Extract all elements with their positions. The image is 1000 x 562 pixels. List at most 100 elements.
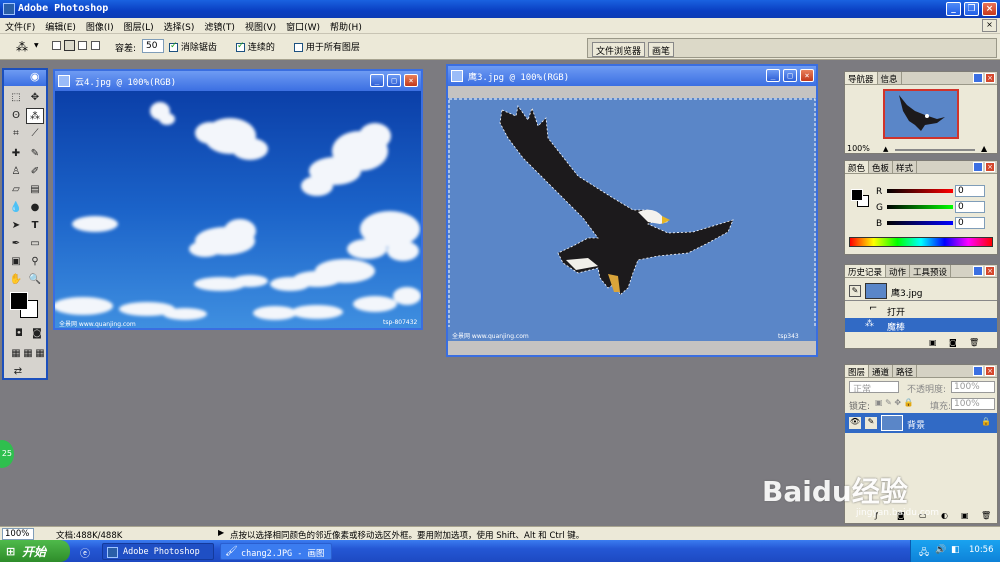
opacity-input[interactable]: 100% — [951, 381, 995, 393]
dodge-tool-icon[interactable]: ● — [26, 200, 44, 216]
maximize-icon[interactable]: □ — [387, 74, 401, 87]
task-photoshop[interactable]: Adobe Photoshop — [102, 543, 214, 560]
floating-badge[interactable]: 25 — [0, 440, 14, 468]
lock-icons[interactable]: ▣ ✎ ✥ 🔒 — [875, 398, 914, 407]
zoom-slider[interactable] — [895, 149, 975, 151]
path-select-icon[interactable]: ➤ — [7, 218, 25, 234]
layer-row-background[interactable]: 👁 ✎ 背景 🔒 — [845, 413, 997, 433]
palette-close-icon[interactable]: × — [985, 162, 995, 172]
clouds-image[interactable] — [55, 91, 421, 328]
snapshot-icon[interactable]: ◙ — [949, 338, 957, 347]
g-slider[interactable] — [887, 205, 953, 209]
add-selection-icon[interactable] — [64, 40, 75, 51]
doc-close-icon[interactable]: × — [982, 19, 997, 32]
b-input[interactable]: 0 — [955, 217, 985, 229]
screen-mode-full-icon[interactable]: ▦ — [31, 346, 49, 362]
antialias-checkbox[interactable]: 消除锯齿 — [169, 40, 217, 53]
doc-titlebar-eagle[interactable]: 鹰3.jpg @ 100%(RGB) _ □ × — [448, 66, 816, 86]
blend-mode-select[interactable]: 正常 — [849, 381, 899, 395]
shape-tool-icon[interactable]: ▭ — [26, 236, 44, 252]
chevron-down-icon[interactable]: ▼ — [34, 42, 39, 49]
move-tool-icon[interactable]: ✥ — [26, 90, 44, 106]
palette-minimize-icon[interactable] — [973, 162, 983, 172]
close-icon[interactable]: × — [404, 74, 418, 87]
navigator-thumbnail[interactable] — [883, 89, 959, 139]
lasso-tool-icon[interactable]: ʘ — [7, 108, 25, 124]
menu-layer[interactable]: 图层(L) — [119, 18, 159, 33]
palette-close-icon[interactable]: × — [985, 266, 995, 276]
jump-to-imageready-icon[interactable]: ⇄ — [9, 364, 27, 380]
palette-close-icon[interactable]: × — [985, 366, 995, 376]
notes-tool-icon[interactable]: ▣ — [7, 254, 25, 270]
color-ramp[interactable] — [849, 237, 993, 247]
palette-minimize-icon[interactable] — [973, 73, 983, 83]
contiguous-checkbox[interactable]: 连续的 — [236, 40, 275, 53]
tab-styles[interactable]: 样式 — [893, 161, 918, 174]
magic-wand-tool-icon[interactable]: ⁂ — [26, 108, 44, 124]
zoom-tool-icon[interactable]: 🔍 — [26, 272, 44, 288]
history-item-magic-wand[interactable]: ⁂ 魔棒 — [845, 318, 997, 333]
subtract-selection-icon[interactable] — [78, 41, 87, 50]
tab-navigator[interactable]: 导航器 — [845, 72, 878, 85]
tab-layers[interactable]: 图层 — [845, 365, 870, 378]
crop-tool-icon[interactable]: ⌗ — [7, 126, 25, 142]
tab-info[interactable]: 信息 — [878, 72, 902, 85]
zoom-in-icon[interactable]: ▲ — [981, 144, 987, 153]
zoom-out-icon[interactable]: ▲ — [883, 145, 888, 153]
type-tool-icon[interactable]: T — [26, 218, 44, 234]
trash-icon[interactable]: 🗑 — [969, 338, 979, 347]
slice-tool-icon[interactable]: ⟋ — [26, 126, 44, 142]
history-brush-icon[interactable]: ✐ — [26, 164, 44, 180]
layer-brush-icon[interactable]: ✎ — [865, 417, 877, 429]
start-button[interactable]: ⊞ 开始 — [0, 540, 70, 562]
eraser-tool-icon[interactable]: ▱ — [7, 182, 25, 198]
marquee-tool-icon[interactable]: ⬚ — [7, 90, 25, 106]
gradient-tool-icon[interactable]: ▤ — [26, 182, 44, 198]
maximize-icon[interactable]: □ — [783, 69, 797, 82]
menu-view[interactable]: 视图(V) — [240, 18, 281, 33]
restore-icon[interactable]: ❐ — [964, 2, 979, 16]
doc-window-eagle[interactable]: 鹰3.jpg @ 100%(RGB) _ □ × 全景网 www.quanjin… — [446, 64, 818, 357]
eagle-image[interactable]: 全景网 www.quanjing.com tsp343 — [448, 98, 816, 341]
tab-swatches[interactable]: 色板 — [869, 161, 894, 174]
tab-color[interactable]: 颜色 — [845, 161, 870, 174]
eyedropper-icon[interactable]: ⚲ — [26, 254, 44, 270]
visibility-eye-icon[interactable]: 👁 — [849, 417, 861, 429]
blur-tool-icon[interactable]: 💧 — [7, 200, 25, 216]
photoshop-eye-icon[interactable]: ◉ — [30, 70, 40, 83]
new-layer-icon[interactable]: ▣ — [961, 511, 969, 520]
task-paint[interactable]: 🖌 chang2.JPG - 画图 — [220, 543, 332, 560]
status-zoom[interactable]: 100% — [2, 528, 34, 540]
close-icon[interactable]: × — [800, 69, 814, 82]
new-selection-icon[interactable] — [52, 41, 61, 50]
minimize-icon[interactable]: _ — [766, 69, 780, 82]
close-icon[interactable]: × — [982, 2, 997, 16]
palette-minimize-icon[interactable] — [973, 366, 983, 376]
tray-ime-icon[interactable]: ◧ — [951, 545, 960, 555]
pen-tool-icon[interactable]: ✒ — [7, 236, 25, 252]
quickmask-mode-icon[interactable]: ◙ — [28, 326, 46, 342]
tray-network-icon[interactable]: 🖧 — [919, 545, 929, 561]
tab-paths[interactable]: 路径 — [893, 365, 918, 378]
quicklaunch-ie-icon[interactable]: ⓔ — [80, 545, 90, 560]
tolerance-input[interactable]: 50 — [142, 39, 164, 53]
tab-channels[interactable]: 通道 — [869, 365, 894, 378]
adjustment-layer-icon[interactable]: ◐ — [941, 511, 948, 520]
brushes-tab[interactable]: 画笔 — [648, 42, 675, 57]
menu-window[interactable]: 窗口(W) — [281, 18, 325, 33]
menu-filter[interactable]: 滤镜(T) — [199, 18, 240, 33]
file-browser-tab[interactable]: 文件浏览器 — [592, 42, 646, 57]
brush-tool-icon[interactable]: ✎ — [26, 146, 44, 162]
minimize-icon[interactable]: _ — [370, 74, 384, 87]
magic-wand-preset-icon[interactable]: ⁂ — [16, 40, 28, 54]
new-document-icon[interactable]: ▣ — [929, 338, 937, 347]
doc-titlebar-clouds[interactable]: 云4.jpg @ 100%(RGB) _ □ × — [55, 71, 421, 91]
menu-image[interactable]: 图像(I) — [81, 18, 119, 33]
navigator-zoom[interactable]: 100% — [847, 144, 870, 153]
clone-stamp-icon[interactable]: ♙ — [7, 164, 25, 180]
r-input[interactable]: 0 — [955, 185, 985, 197]
menu-edit[interactable]: 编辑(E) — [40, 18, 81, 33]
history-item-open[interactable]: ⌐ 打开 — [845, 303, 997, 318]
b-slider[interactable] — [887, 221, 953, 225]
fill-input[interactable]: 100% — [951, 398, 995, 410]
